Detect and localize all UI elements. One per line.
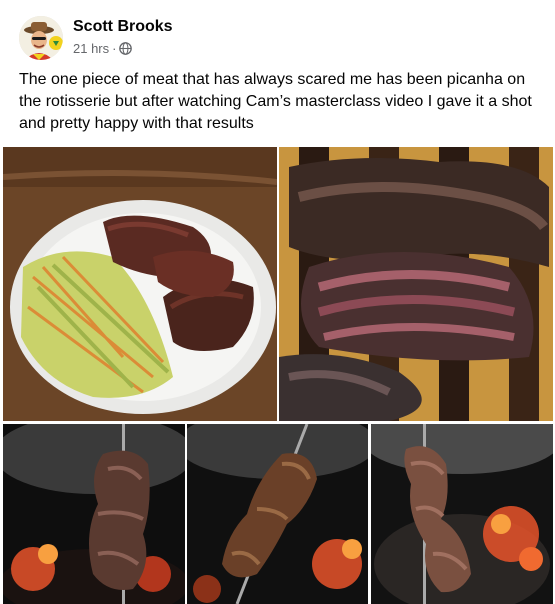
plated-picanha-image [3, 147, 277, 421]
photo-rotisserie-2[interactable] [187, 424, 368, 604]
avatar-image [19, 16, 63, 60]
photo-rotisserie-1[interactable] [3, 424, 185, 604]
post-meta: 21 hrs · [73, 41, 133, 56]
post-header: Scott Brooks 21 hrs · [0, 0, 555, 66]
facebook-post: Scott Brooks 21 hrs · The one piece of m… [0, 0, 555, 604]
photo-sliced-picanha[interactable] [279, 147, 553, 421]
rotisserie-1-image [3, 424, 185, 604]
meta-separator: · [112, 41, 117, 56]
photo-rotisserie-3[interactable] [371, 424, 553, 604]
post-time[interactable]: 21 hrs [73, 41, 109, 56]
rotisserie-3-image [371, 424, 553, 604]
author-name[interactable]: Scott Brooks [73, 18, 173, 36]
photo-plated-picanha[interactable] [3, 147, 277, 421]
sliced-picanha-image [279, 147, 553, 421]
post-text: The one piece of meat that has always sc… [19, 71, 532, 132]
rotisserie-2-image [187, 424, 368, 604]
avatar[interactable] [19, 16, 63, 60]
globe-icon[interactable] [119, 42, 133, 55]
